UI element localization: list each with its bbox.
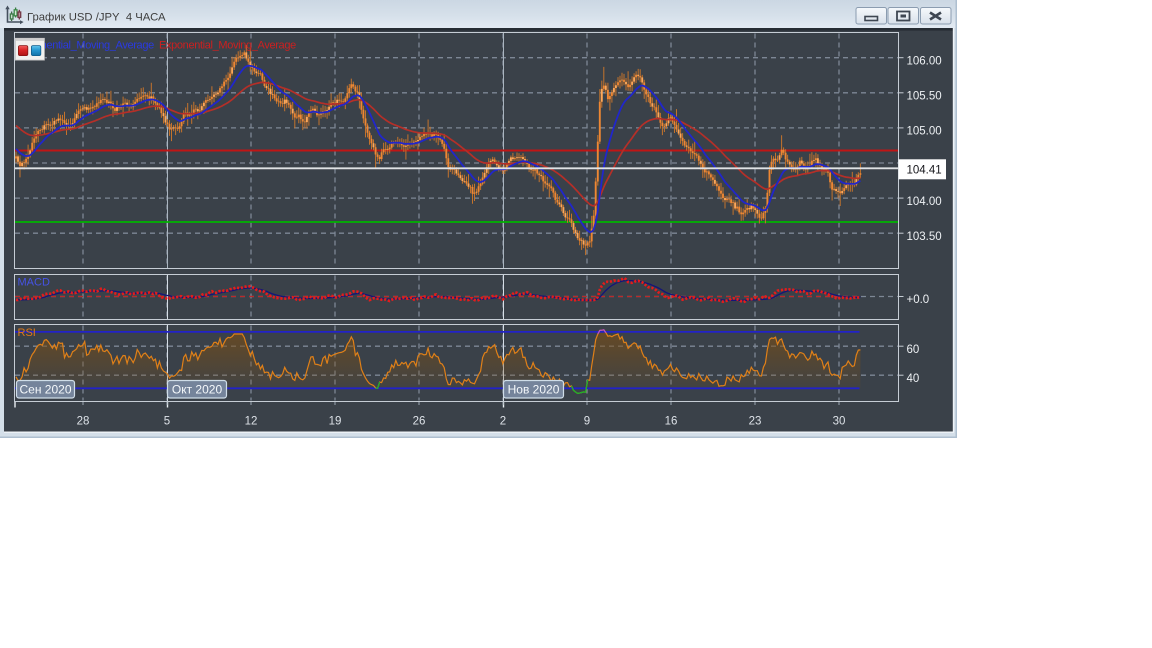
svg-text:40: 40 [907, 373, 920, 385]
svg-text:5: 5 [164, 416, 170, 428]
svg-text:105.50: 105.50 [907, 91, 942, 103]
svg-text:103.50: 103.50 [907, 231, 942, 243]
svg-text:30: 30 [833, 416, 846, 428]
svg-text:+0.0: +0.0 [907, 294, 930, 306]
svg-text:23: 23 [749, 416, 762, 428]
svg-text:104.00: 104.00 [907, 196, 942, 208]
svg-text:Сен 2020: Сен 2020 [20, 383, 72, 397]
svg-text:106.00: 106.00 [907, 55, 942, 67]
svg-text:19: 19 [329, 416, 342, 428]
svg-text:12: 12 [245, 416, 258, 428]
svg-text:9: 9 [584, 416, 590, 428]
svg-text:Exponential_Moving_Average: Exponential_Moving_Average [159, 40, 296, 52]
svg-text:MACD: MACD [18, 277, 50, 289]
svg-text:104.41: 104.41 [907, 165, 942, 177]
svg-text:RSI: RSI [18, 327, 36, 339]
svg-text:26: 26 [413, 416, 426, 428]
svg-text:16: 16 [665, 416, 678, 428]
svg-text:2: 2 [500, 416, 506, 428]
svg-text:105.00: 105.00 [907, 126, 942, 138]
svg-text:Окт 2020: Окт 2020 [172, 383, 223, 397]
svg-text:28: 28 [77, 416, 90, 428]
svg-text:График USD /JPY 4 ЧАСА: График USD /JPY 4 ЧАСА [27, 12, 166, 24]
svg-text:60: 60 [907, 344, 920, 356]
svg-text:Нов 2020: Нов 2020 [508, 383, 560, 397]
